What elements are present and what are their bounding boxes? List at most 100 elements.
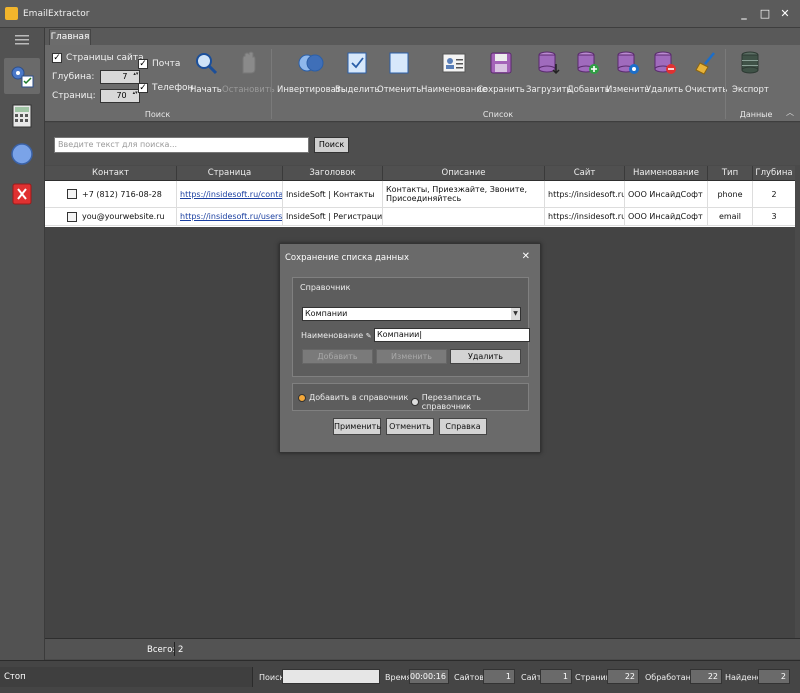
- hand-icon: [234, 49, 262, 77]
- maximize-button[interactable]: □: [759, 8, 771, 20]
- search-bar: Введите текст для поиска... Поиск: [45, 123, 800, 165]
- cell-contact: +7 (812) 716-08-28: [45, 181, 177, 207]
- directory-combobox[interactable]: Компании ▼: [302, 307, 521, 321]
- cell-depth: 2: [771, 189, 777, 199]
- clear-button[interactable]: Очистить: [685, 49, 727, 95]
- dialog-title: Сохранение списка данных: [285, 253, 409, 263]
- title-bar: EmailExtractor _ □ ✕: [0, 0, 800, 28]
- col-header-site[interactable]: Сайт: [545, 166, 625, 181]
- minimize-button[interactable]: _: [738, 8, 750, 20]
- row-checkbox[interactable]: [67, 189, 77, 199]
- search-group-label: Поиск: [144, 110, 171, 119]
- calculator-icon[interactable]: [4, 98, 40, 134]
- delete-button[interactable]: Удалить: [646, 49, 683, 95]
- search-button[interactable]: Поиск: [314, 137, 349, 153]
- cell-site: https://insidesoft.ru/: [545, 181, 625, 207]
- status-time-label: Время: [385, 673, 412, 682]
- col-header-page[interactable]: Страница: [177, 166, 283, 181]
- phone-checkbox[interactable]: ✓ Телефон: [138, 83, 193, 93]
- dialog-edit-button[interactable]: Изменить: [376, 349, 447, 364]
- load-button[interactable]: Загрузить: [526, 49, 572, 95]
- status-time-value: 00:00:16: [409, 669, 449, 684]
- status-search-progress: [282, 669, 380, 684]
- status-sites-value: 1: [483, 669, 515, 684]
- search-input[interactable]: Введите текст для поиска...: [54, 137, 309, 153]
- grid-footer: Всего: 2: [45, 638, 800, 659]
- col-header-title[interactable]: Заголовок: [283, 166, 383, 181]
- status-site-value: 1: [540, 669, 572, 684]
- col-header-description[interactable]: Описание: [383, 166, 545, 181]
- dialog-close-icon[interactable]: ✕: [522, 251, 530, 262]
- apply-button[interactable]: Применить: [333, 418, 381, 435]
- col-header-depth[interactable]: Глубина: [753, 166, 795, 181]
- col-header-type[interactable]: Тип: [708, 166, 753, 181]
- database-add-icon: [574, 49, 602, 77]
- directory-group-title: Справочник: [300, 283, 351, 292]
- grid-header: Контакт Страница Заголовок Описание Сайт…: [45, 166, 795, 181]
- table-row[interactable]: you@yourwebsite.ru https://insidesoft.ru…: [45, 208, 795, 226]
- total-count: Всего: 2: [147, 645, 184, 655]
- start-button[interactable]: Начать: [190, 49, 222, 95]
- deselect-button[interactable]: Отменить: [377, 49, 421, 95]
- ribbon-collapse-icon[interactable]: ︿: [786, 107, 794, 118]
- exit-icon[interactable]: [4, 176, 40, 212]
- checkbox-empty-icon: [385, 49, 413, 77]
- name-label: Наименование ✎: [301, 331, 372, 340]
- group-separator: [271, 49, 272, 119]
- window-title: EmailExtractor: [23, 9, 90, 19]
- mail-checkbox[interactable]: ✓ Почта: [138, 59, 180, 69]
- circle-icon[interactable]: [4, 136, 40, 172]
- cell-page-link[interactable]: https://insidesoft.ru/users/reg...: [177, 208, 283, 225]
- data-group-label: Данные: [739, 110, 773, 119]
- check-icon: ✓: [138, 59, 148, 69]
- cell-page-link[interactable]: https://insidesoft.ru/contacts/: [177, 181, 283, 207]
- dialog-delete-button[interactable]: Удалить: [450, 349, 521, 364]
- left-rail: [0, 28, 45, 660]
- radio-overwrite-directory[interactable]: Перезаписать справочник: [411, 393, 528, 411]
- save-button[interactable]: Сохранить: [477, 49, 525, 95]
- status-stop: Стоп: [0, 667, 253, 687]
- depth-input[interactable]: 7: [100, 70, 141, 84]
- floppy-disk-icon: [487, 49, 515, 77]
- save-mode-group: Добавить в справочник Перезаписать справ…: [292, 383, 529, 411]
- close-button[interactable]: ✕: [779, 8, 791, 20]
- cell-name: ООО ИнсайдСофт: [625, 208, 708, 225]
- status-found-value: 2: [758, 669, 790, 684]
- chevron-down-icon[interactable]: ▼: [511, 308, 520, 320]
- depth-spinner[interactable]: Глубина: 7: [52, 70, 141, 84]
- menu-icon[interactable]: [4, 30, 40, 50]
- cell-site: https://insidesoft.ru/: [545, 208, 625, 225]
- dialog-add-button[interactable]: Добавить: [302, 349, 373, 364]
- status-processed-value: 22: [690, 669, 722, 684]
- edit-button[interactable]: Изменить: [606, 49, 650, 95]
- grid-body: +7 (812) 716-08-28 https://insidesoft.ru…: [45, 181, 795, 227]
- add-button[interactable]: Добавить: [567, 49, 610, 95]
- tasks-gear-icon[interactable]: [4, 58, 40, 94]
- cell-type: phone: [708, 181, 753, 207]
- group-separator: [725, 49, 726, 119]
- help-button[interactable]: Справка: [439, 418, 487, 435]
- radio-add-to-directory[interactable]: Добавить в справочник: [298, 393, 408, 402]
- col-header-contact[interactable]: Контакт: [45, 166, 177, 181]
- table-row[interactable]: +7 (812) 716-08-28 https://insidesoft.ru…: [45, 181, 795, 208]
- cell-depth: 3: [771, 212, 777, 221]
- status-bar: Стоп Поиск Время 00:00:16 Сайтов 1 Сайт …: [0, 660, 800, 693]
- row-checkbox[interactable]: [67, 211, 77, 222]
- pages-input[interactable]: 70: [99, 89, 140, 103]
- pages-site-checkbox[interactable]: ✓ Страницы сайта: [52, 53, 144, 63]
- cell-contact: you@yourwebsite.ru: [45, 208, 177, 225]
- status-pages-value: 22: [607, 669, 639, 684]
- name-input[interactable]: Компании|: [374, 328, 530, 342]
- database-remove-icon: [651, 49, 679, 77]
- database-download-icon: [535, 49, 563, 77]
- id-card-icon: [440, 49, 468, 77]
- tab-main[interactable]: Главная: [49, 29, 91, 46]
- stop-button[interactable]: Остановить: [222, 49, 275, 95]
- cancel-button[interactable]: Отменить: [386, 418, 434, 435]
- status-sites-label: Сайтов: [454, 673, 484, 682]
- pages-spinner[interactable]: Страниц: 70: [52, 89, 140, 103]
- export-button[interactable]: Экспорт: [732, 49, 769, 95]
- col-header-name[interactable]: Наименование: [625, 166, 708, 181]
- list-group-label: Список: [482, 110, 514, 119]
- select-button[interactable]: Выделить: [335, 49, 380, 95]
